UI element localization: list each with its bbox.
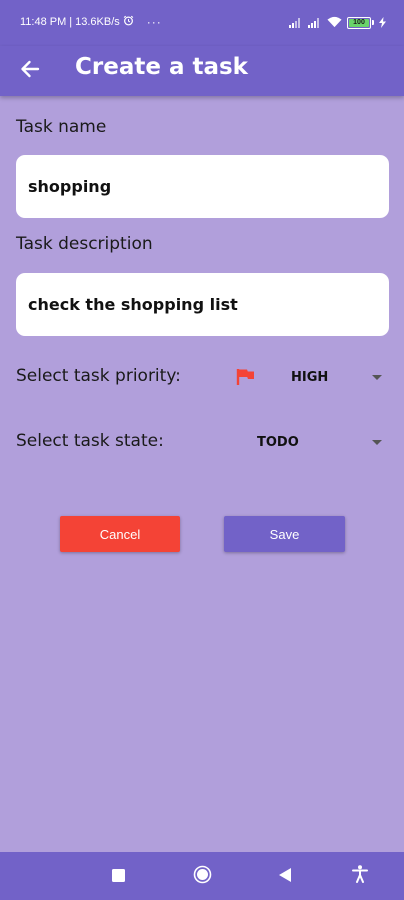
system-nav-bar (0, 852, 404, 900)
accessibility-button[interactable] (350, 865, 370, 887)
flag-icon (236, 368, 256, 390)
task-description-label: Task description (16, 234, 153, 254)
triangle-back-icon (279, 867, 291, 886)
state-dropdown[interactable]: TODO (234, 427, 389, 457)
arrow-back-icon (20, 60, 40, 82)
signal-icon (289, 13, 303, 32)
nav-back-button[interactable] (275, 866, 295, 886)
alarm-icon (123, 15, 134, 29)
cancel-button[interactable]: Cancel (60, 516, 180, 552)
charging-icon (379, 13, 386, 32)
state-value: TODO (257, 435, 299, 450)
circle-icon (193, 865, 212, 888)
save-button[interactable]: Save (224, 516, 345, 552)
wifi-icon (327, 13, 342, 32)
accessibility-icon (352, 865, 368, 887)
chevron-down-icon (372, 440, 382, 445)
battery-level: 100 (353, 19, 365, 26)
task-name-input[interactable]: shopping (16, 155, 389, 218)
battery-icon: 100 (347, 16, 371, 29)
status-time: 11:48 PM (20, 16, 67, 28)
recents-button[interactable] (108, 866, 128, 886)
state-label: Select task state: (16, 431, 164, 451)
status-bar: 11:48 PM | 13.6KB/s ··· 100 (0, 0, 404, 46)
status-right: 100 (289, 13, 386, 32)
priority-dropdown[interactable]: HIGH (234, 362, 389, 392)
home-button[interactable] (192, 865, 212, 888)
signal-icon-2 (308, 13, 322, 32)
page-title: Create a task (75, 54, 248, 80)
task-name-label: Task name (16, 117, 107, 137)
task-description-input[interactable]: check the shopping list (16, 273, 389, 336)
chevron-down-icon (372, 375, 382, 380)
network-speed: 13.6KB/s (75, 16, 120, 28)
app-bar: Create a task (0, 46, 404, 96)
task-name-value: shopping (28, 177, 112, 196)
priority-value: HIGH (291, 370, 329, 385)
task-description-value: check the shopping list (28, 295, 238, 314)
square-icon (111, 867, 125, 886)
status-separator: | (69, 16, 73, 28)
status-left: 11:48 PM | 13.6KB/s ··· (20, 15, 162, 29)
priority-label: Select task priority: (16, 366, 181, 386)
back-button[interactable] (16, 57, 44, 85)
more-notifications-icon: ··· (146, 15, 162, 29)
battery-tip (372, 20, 374, 25)
